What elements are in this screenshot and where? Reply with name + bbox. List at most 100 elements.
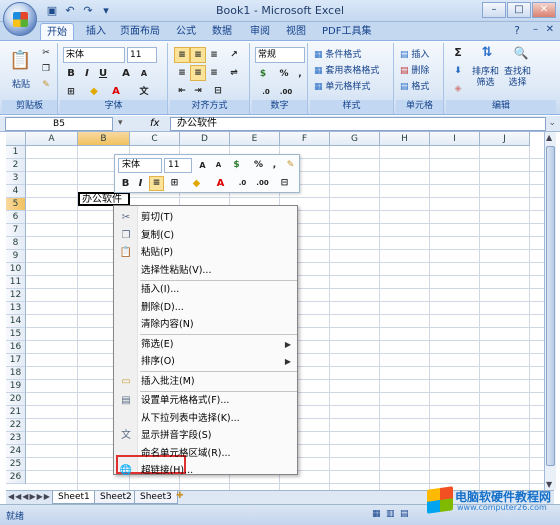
sort-filter-icon[interactable]: ⇅ xyxy=(476,45,498,65)
row-header-8[interactable]: 8 xyxy=(6,237,26,250)
paste-icon[interactable]: 📋 xyxy=(8,47,32,75)
close-button[interactable]: ✕ xyxy=(532,2,556,18)
scroll-up-icon[interactable]: ▲ xyxy=(546,133,552,142)
fill-icon[interactable]: ⬇ xyxy=(450,63,466,79)
row-header-20[interactable]: 20 xyxy=(6,393,26,406)
find-select-icon[interactable]: 🔍 xyxy=(510,45,532,65)
format-painter-icon[interactable]: ✎ xyxy=(38,77,54,93)
format-as-table-button[interactable]: ▦ 套用表格格式 xyxy=(314,63,379,76)
orientation-icon[interactable]: ↗ xyxy=(226,47,242,63)
context-menu-item-6[interactable]: 删除(D)... xyxy=(114,299,297,316)
autosum-icon[interactable]: Σ xyxy=(450,45,466,61)
row-header-9[interactable]: 9 xyxy=(6,250,26,263)
row-header-14[interactable]: 14 xyxy=(6,315,26,328)
select-all-corner[interactable] xyxy=(6,132,26,146)
row-header-5[interactable]: 5 xyxy=(6,198,26,211)
phonetic-guide-icon[interactable]: 文 xyxy=(136,84,152,100)
align-center-icon[interactable]: ≡ xyxy=(190,65,206,81)
mini-increase-decimal-icon[interactable]: .0 xyxy=(235,176,250,191)
italic-icon[interactable]: I xyxy=(79,66,95,82)
row-header-6[interactable]: 6 xyxy=(6,211,26,224)
column-header-e[interactable]: E xyxy=(230,132,280,146)
row-header-26[interactable]: 26 xyxy=(6,471,26,484)
row-header-24[interactable]: 24 xyxy=(6,445,26,458)
increase-font-icon[interactable]: A xyxy=(118,66,134,82)
page-break-view-icon[interactable]: ▤ xyxy=(400,509,409,519)
context-menu-item-13[interactable]: 文显示拼音字段(S) xyxy=(114,427,297,444)
vertical-scroll-thumb[interactable] xyxy=(546,146,555,466)
context-menu-item-10[interactable]: ▭ 插入批注(M) xyxy=(114,373,297,390)
delete-cells-button[interactable]: ▤ 删除 xyxy=(400,63,429,76)
context-menu-item-4[interactable]: 选择性粘贴(V)... xyxy=(114,262,297,279)
help-icon[interactable]: ? xyxy=(514,24,520,37)
wrap-text-icon[interactable]: ⇌ xyxy=(226,65,242,81)
format-cells-button[interactable]: ▤ 格式 xyxy=(400,79,429,92)
font-name-combo[interactable]: 宋体 xyxy=(63,47,125,63)
row-header-10[interactable]: 10 xyxy=(6,263,26,276)
row-header-11[interactable]: 11 xyxy=(6,276,26,289)
context-menu-item-3[interactable]: 📋 粘贴(P) xyxy=(114,244,297,261)
fx-button[interactable]: fx xyxy=(150,117,164,131)
context-menu-item-5[interactable]: 插入(I)... xyxy=(114,281,297,298)
sheet-tab-1[interactable]: Sheet1 xyxy=(52,491,96,504)
row-header-16[interactable]: 16 xyxy=(6,341,26,354)
row-header-7[interactable]: 7 xyxy=(6,224,26,237)
vertical-scrollbar[interactable]: ▲ ▼ xyxy=(544,132,556,490)
mini-fill-color-icon[interactable]: ◆ xyxy=(189,176,204,191)
context-menu-item-1[interactable]: ✂ 剪切(T) xyxy=(114,209,297,226)
percent-button[interactable]: % xyxy=(276,66,292,82)
mini-font-color-icon[interactable]: A xyxy=(213,176,228,191)
context-menu-item-7[interactable]: 清除内容(N) xyxy=(114,316,297,333)
formula-input[interactable]: 办公软件 xyxy=(170,117,546,131)
name-box[interactable]: B5 xyxy=(5,117,113,131)
row-header-13[interactable]: 13 xyxy=(6,302,26,315)
normal-view-icon[interactable]: ▦ xyxy=(372,509,381,519)
mini-italic-icon[interactable]: I xyxy=(133,176,148,191)
decrease-indent-icon[interactable]: ⇤ xyxy=(174,83,190,99)
expand-formula-icon[interactable]: ⌄ xyxy=(548,118,556,128)
context-menu-item-8[interactable]: 筛选(E) ▶ xyxy=(114,336,297,353)
insert-cells-button[interactable]: ▤ 插入 xyxy=(400,47,429,60)
mini-percent-icon[interactable]: % xyxy=(251,158,266,173)
fill-color-icon[interactable]: ◆ xyxy=(86,84,102,100)
active-cell-b5[interactable]: 办公软件 xyxy=(78,192,130,206)
minimize-button[interactable]: – xyxy=(482,2,506,18)
mini-grow-font-icon[interactable]: A xyxy=(195,158,210,173)
mini-center-icon[interactable]: ≡ xyxy=(149,176,164,191)
align-middle-icon[interactable]: ≡ xyxy=(190,47,206,63)
tab-pdf-tools[interactable]: PDF工具集 xyxy=(316,23,377,40)
clear-icon[interactable]: ◈ xyxy=(450,81,466,97)
row-header-25[interactable]: 25 xyxy=(6,458,26,471)
mini-size-combo[interactable]: 11 xyxy=(164,158,192,173)
mini-font-combo[interactable]: 宋体 xyxy=(118,158,162,173)
mini-format-painter-icon[interactable]: ✎ xyxy=(283,158,298,173)
row-header-12[interactable]: 12 xyxy=(6,289,26,302)
increase-indent-icon[interactable]: ⇥ xyxy=(190,83,206,99)
column-header-h[interactable]: H xyxy=(380,132,430,146)
column-header-d[interactable]: D xyxy=(180,132,230,146)
context-menu-item-14[interactable]: 命名单元格区域(R)... xyxy=(114,445,297,462)
sheet-tab-3[interactable]: Sheet3 xyxy=(134,491,178,504)
tab-review[interactable]: 审阅 xyxy=(244,23,276,40)
sheet-nav-icon[interactable]: ◀◀◀▶▶▶ xyxy=(8,492,51,501)
row-header-21[interactable]: 21 xyxy=(6,406,26,419)
mini-bold-icon[interactable]: B xyxy=(118,176,133,191)
decrease-decimal-icon[interactable]: .00 xyxy=(278,84,294,100)
context-menu-item-11[interactable]: ▤ 设置单元格格式(F)... xyxy=(114,392,297,409)
border-icon[interactable]: ⊞ xyxy=(63,84,79,100)
sort-filter-label[interactable]: 排序和 筛选 xyxy=(472,67,499,89)
mini-currency-icon[interactable]: $ xyxy=(229,158,244,173)
align-right-icon[interactable]: ≡ xyxy=(206,65,222,81)
find-select-label[interactable]: 查找和 选择 xyxy=(504,67,531,89)
tab-view[interactable]: 视图 xyxy=(280,23,312,40)
number-format-combo[interactable]: 常规 xyxy=(255,47,305,63)
column-header-a[interactable]: A xyxy=(26,132,78,146)
align-left-icon[interactable]: ≡ xyxy=(174,65,190,81)
column-header-j[interactable]: J xyxy=(480,132,530,146)
mini-border-icon[interactable]: ⊞ xyxy=(167,176,182,191)
align-bottom-icon[interactable]: ≡ xyxy=(206,47,222,63)
tab-data[interactable]: 数据 xyxy=(206,23,238,40)
conditional-format-button[interactable]: ▦ 条件格式 xyxy=(314,47,361,60)
row-header-1[interactable]: 1 xyxy=(6,146,26,159)
decrease-font-icon[interactable]: A xyxy=(136,66,152,82)
